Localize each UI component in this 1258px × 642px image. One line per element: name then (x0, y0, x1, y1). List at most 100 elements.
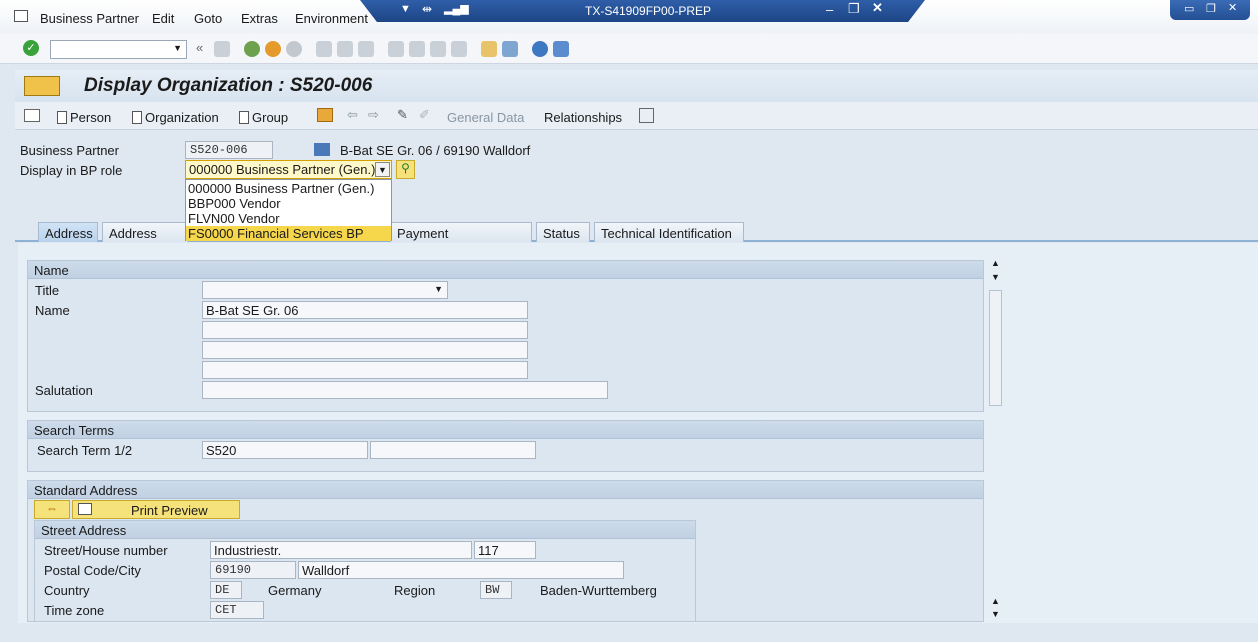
scroll-down-icon[interactable]: ▼ (991, 609, 1000, 619)
standard-address-header: Standard Address (28, 481, 983, 499)
pin-icon[interactable]: ⇹ (422, 2, 432, 16)
scroll-thumb[interactable] (989, 290, 1002, 406)
organization-button[interactable]: Organization (132, 110, 219, 125)
menu-environment[interactable]: Environment (295, 11, 368, 26)
name4-field[interactable] (202, 361, 528, 379)
win-minimize-icon[interactable]: ▭ (1184, 2, 1194, 15)
tab-address-overview[interactable]: Address Over (102, 222, 188, 256)
switch-view-icon[interactable] (24, 109, 40, 122)
exit-icon[interactable] (265, 41, 281, 57)
postal-code-field[interactable]: 69190 (210, 561, 296, 579)
tab-address[interactable]: Address (38, 222, 98, 242)
title-select[interactable]: ▼ (202, 281, 448, 299)
vertical-scrollbar[interactable]: ▲ ▼ ▲ ▼ (988, 258, 1004, 622)
page-title: Display Organization : S520-006 (84, 75, 373, 96)
search-terms-header: Search Terms (28, 421, 983, 439)
help-icon[interactable] (532, 41, 548, 57)
enter-icon[interactable]: ✓ (23, 40, 39, 56)
role-search-icon[interactable]: ⚲ (396, 160, 415, 179)
country-name: Germany (268, 583, 322, 598)
save-icon[interactable] (214, 41, 230, 57)
edit-switch-icon[interactable]: ✎ (397, 107, 408, 123)
person-button[interactable]: Person (57, 110, 111, 125)
shortcut-icon[interactable] (502, 41, 518, 57)
standard-toolbar (0, 34, 1258, 64)
cancel-icon[interactable] (286, 41, 302, 57)
building-icon (314, 143, 330, 156)
maximize-icon[interactable]: ❐ (848, 1, 860, 17)
dropdown-arrow-icon[interactable]: ▼ (400, 3, 411, 15)
prev-arrow-icon[interactable]: ⇦ (347, 107, 358, 123)
person-card-icon[interactable] (639, 108, 654, 123)
window-controls: ▭ ❐ ✕ (1170, 0, 1250, 20)
group-button[interactable]: Group (239, 110, 288, 125)
role-option[interactable]: FLVN00 Vendor (188, 211, 280, 226)
bp-object-icon[interactable] (24, 76, 60, 96)
street-address-header: Street Address (35, 521, 695, 539)
role-option-highlighted[interactable]: FS0000 Financial Services BP (186, 226, 391, 241)
house-number-field[interactable]: 117 (474, 541, 536, 559)
country-code-field[interactable]: DE (210, 581, 242, 599)
next-arrow-icon[interactable]: ⇨ (368, 107, 379, 123)
group-label: Group (252, 110, 289, 125)
name2-field[interactable] (202, 321, 528, 339)
menu-goto[interactable]: Goto (194, 11, 222, 26)
bp-role-select[interactable]: 000000 Business Partner (Gen.) ▼ (185, 160, 392, 179)
layout-menu-icon[interactable] (553, 41, 569, 57)
timezone-field[interactable]: CET (210, 601, 264, 619)
window-title-bar: ▼ ⇹ ▂▄▆ TX-S41909FP00-PREP ‒ ❐ ✕ (360, 0, 925, 22)
collapse-icon[interactable]: « (196, 40, 203, 55)
scroll-up-bottom-icon[interactable]: ▲ (991, 596, 1000, 606)
bp-number-field[interactable]: S520-006 (185, 141, 273, 159)
new-session-icon[interactable] (481, 41, 497, 57)
tab-technical-identification[interactable]: Technical Identification (594, 222, 744, 242)
role-option[interactable]: 000000 Business Partner (Gen.) (188, 181, 374, 196)
close-icon[interactable]: ✕ (872, 0, 883, 16)
command-field[interactable]: ▼ (50, 40, 187, 59)
search-term1-field[interactable]: S520 (202, 441, 368, 459)
sap-menu-icon[interactable] (14, 10, 28, 22)
bp-role-value: 000000 Business Partner (Gen.) (189, 162, 376, 177)
city-field[interactable]: Walldorf (298, 561, 624, 579)
street-field[interactable]: Industriestr. (210, 541, 472, 559)
open-bp-icon[interactable] (317, 108, 333, 122)
search-term2-field[interactable] (370, 441, 536, 459)
find-next-icon[interactable] (358, 41, 374, 57)
prev-page-icon[interactable] (409, 41, 425, 57)
organization-label: Organization (145, 110, 219, 125)
chevron-down-icon: ▼ (434, 284, 443, 294)
scroll-up-icon[interactable]: ▲ (991, 258, 1000, 268)
menu-extras[interactable]: Extras (241, 11, 278, 26)
role-option[interactable]: BBP000 Vendor (188, 196, 281, 211)
first-page-icon[interactable] (388, 41, 404, 57)
change-icon[interactable]: ✐ (419, 107, 430, 123)
tab-status[interactable]: Status (536, 222, 590, 242)
street-label: Street/House number (44, 543, 168, 558)
print-icon[interactable] (316, 41, 332, 57)
win-close-icon[interactable]: ✕ (1228, 1, 1237, 14)
bp-description: B-Bat SE Gr. 06 / 69190 Walldorf (340, 143, 531, 158)
chevron-down-icon[interactable]: ▼ (375, 162, 390, 177)
menu-edit[interactable]: Edit (152, 11, 174, 26)
address-move-icon[interactable]: ⇔ (34, 500, 70, 519)
scroll-down-small-icon[interactable]: ▼ (991, 272, 1000, 282)
last-page-icon[interactable] (451, 41, 467, 57)
postal-label: Postal Code/City (44, 563, 141, 578)
general-data-button[interactable]: General Data (447, 110, 524, 125)
find-icon[interactable] (337, 41, 353, 57)
next-page-icon[interactable] (430, 41, 446, 57)
region-code-field[interactable]: BW (480, 581, 512, 599)
back-icon[interactable] (244, 41, 260, 57)
name3-field[interactable] (202, 341, 528, 359)
menu-business-partner[interactable]: Business Partner (40, 11, 139, 26)
tab-payment-transactions[interactable]: Payment Transactions (390, 222, 532, 256)
name-label: Name (35, 303, 70, 318)
print-preview-button[interactable]: Print Preview (72, 500, 240, 519)
relationships-button[interactable]: Relationships (544, 110, 622, 125)
minimize-icon[interactable]: ‒ (826, 2, 833, 17)
region-name: Baden-Wurttemberg (540, 583, 657, 598)
win-restore-icon[interactable]: ❐ (1206, 2, 1216, 15)
name1-field[interactable]: B-Bat SE Gr. 06 (202, 301, 528, 319)
role-label: Display in BP role (20, 163, 123, 178)
salutation-field[interactable] (202, 381, 608, 399)
